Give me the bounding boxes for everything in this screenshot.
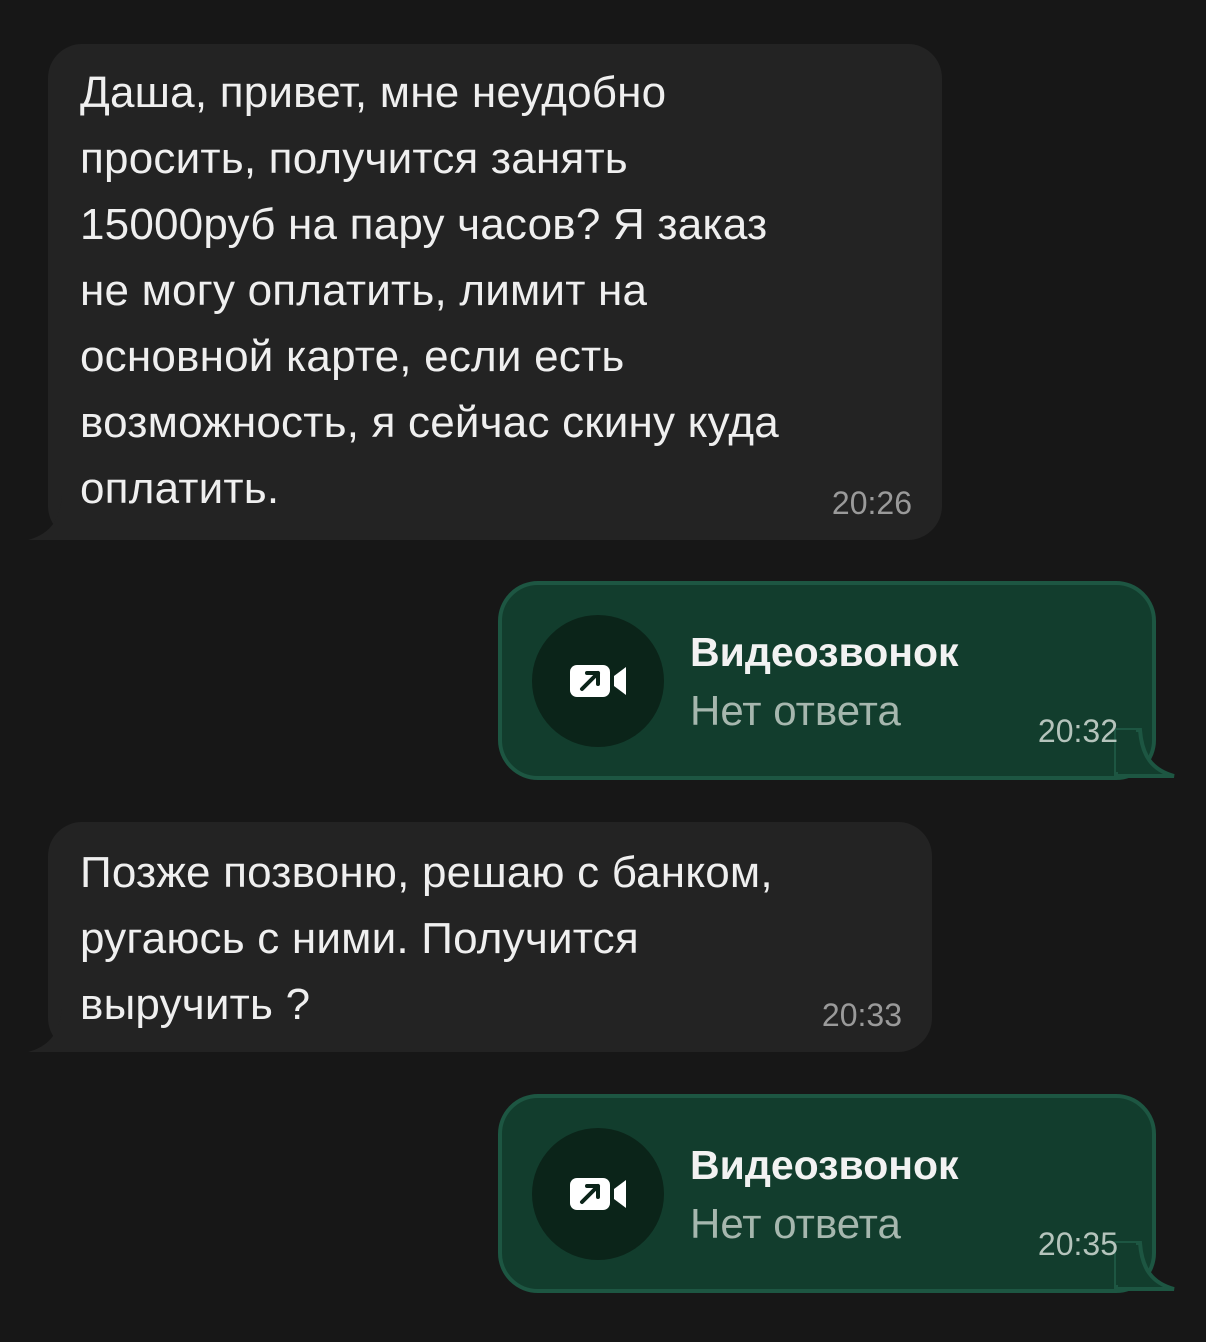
message-text: Позже позвоню, решаю с банком, ругаюсь с… bbox=[80, 848, 773, 1029]
message-time: 20:26 bbox=[831, 485, 912, 521]
message-time: 20:32 bbox=[1037, 713, 1118, 749]
message-text: Даша, привет, мне неудобно просить, полу… bbox=[80, 68, 779, 513]
call-title: Видеозвонок bbox=[690, 1142, 959, 1188]
call-status: Нет ответа bbox=[690, 1200, 901, 1247]
incoming-message[interactable]: Даша, привет, мне неудобно просить, полу… bbox=[28, 44, 942, 540]
outgoing-video-call-icon bbox=[570, 1178, 626, 1210]
incoming-message[interactable]: Позже позвоню, решаю с банком, ругаюсь с… bbox=[28, 822, 932, 1052]
bubble-tail bbox=[1114, 1241, 1175, 1291]
bubble-tail bbox=[1114, 728, 1175, 778]
message-time: 20:35 bbox=[1037, 1226, 1118, 1262]
message-time: 20:33 bbox=[821, 997, 902, 1033]
bubble-tail bbox=[28, 1008, 88, 1052]
call-icon-badge[interactable] bbox=[532, 1128, 664, 1260]
bubble-tail bbox=[28, 496, 88, 540]
call-status: Нет ответа bbox=[690, 687, 901, 734]
call-title: Видеозвонок bbox=[690, 629, 959, 675]
outgoing-call-message[interactable]: Видеозвонок Нет ответа 20:32 bbox=[498, 581, 1175, 780]
chat-conversation: Даша, привет, мне неудобно просить, полу… bbox=[0, 0, 1206, 1342]
call-icon-badge[interactable] bbox=[532, 615, 664, 747]
outgoing-call-message[interactable]: Видеозвонок Нет ответа 20:35 bbox=[498, 1094, 1175, 1293]
outgoing-video-call-icon bbox=[570, 665, 626, 697]
